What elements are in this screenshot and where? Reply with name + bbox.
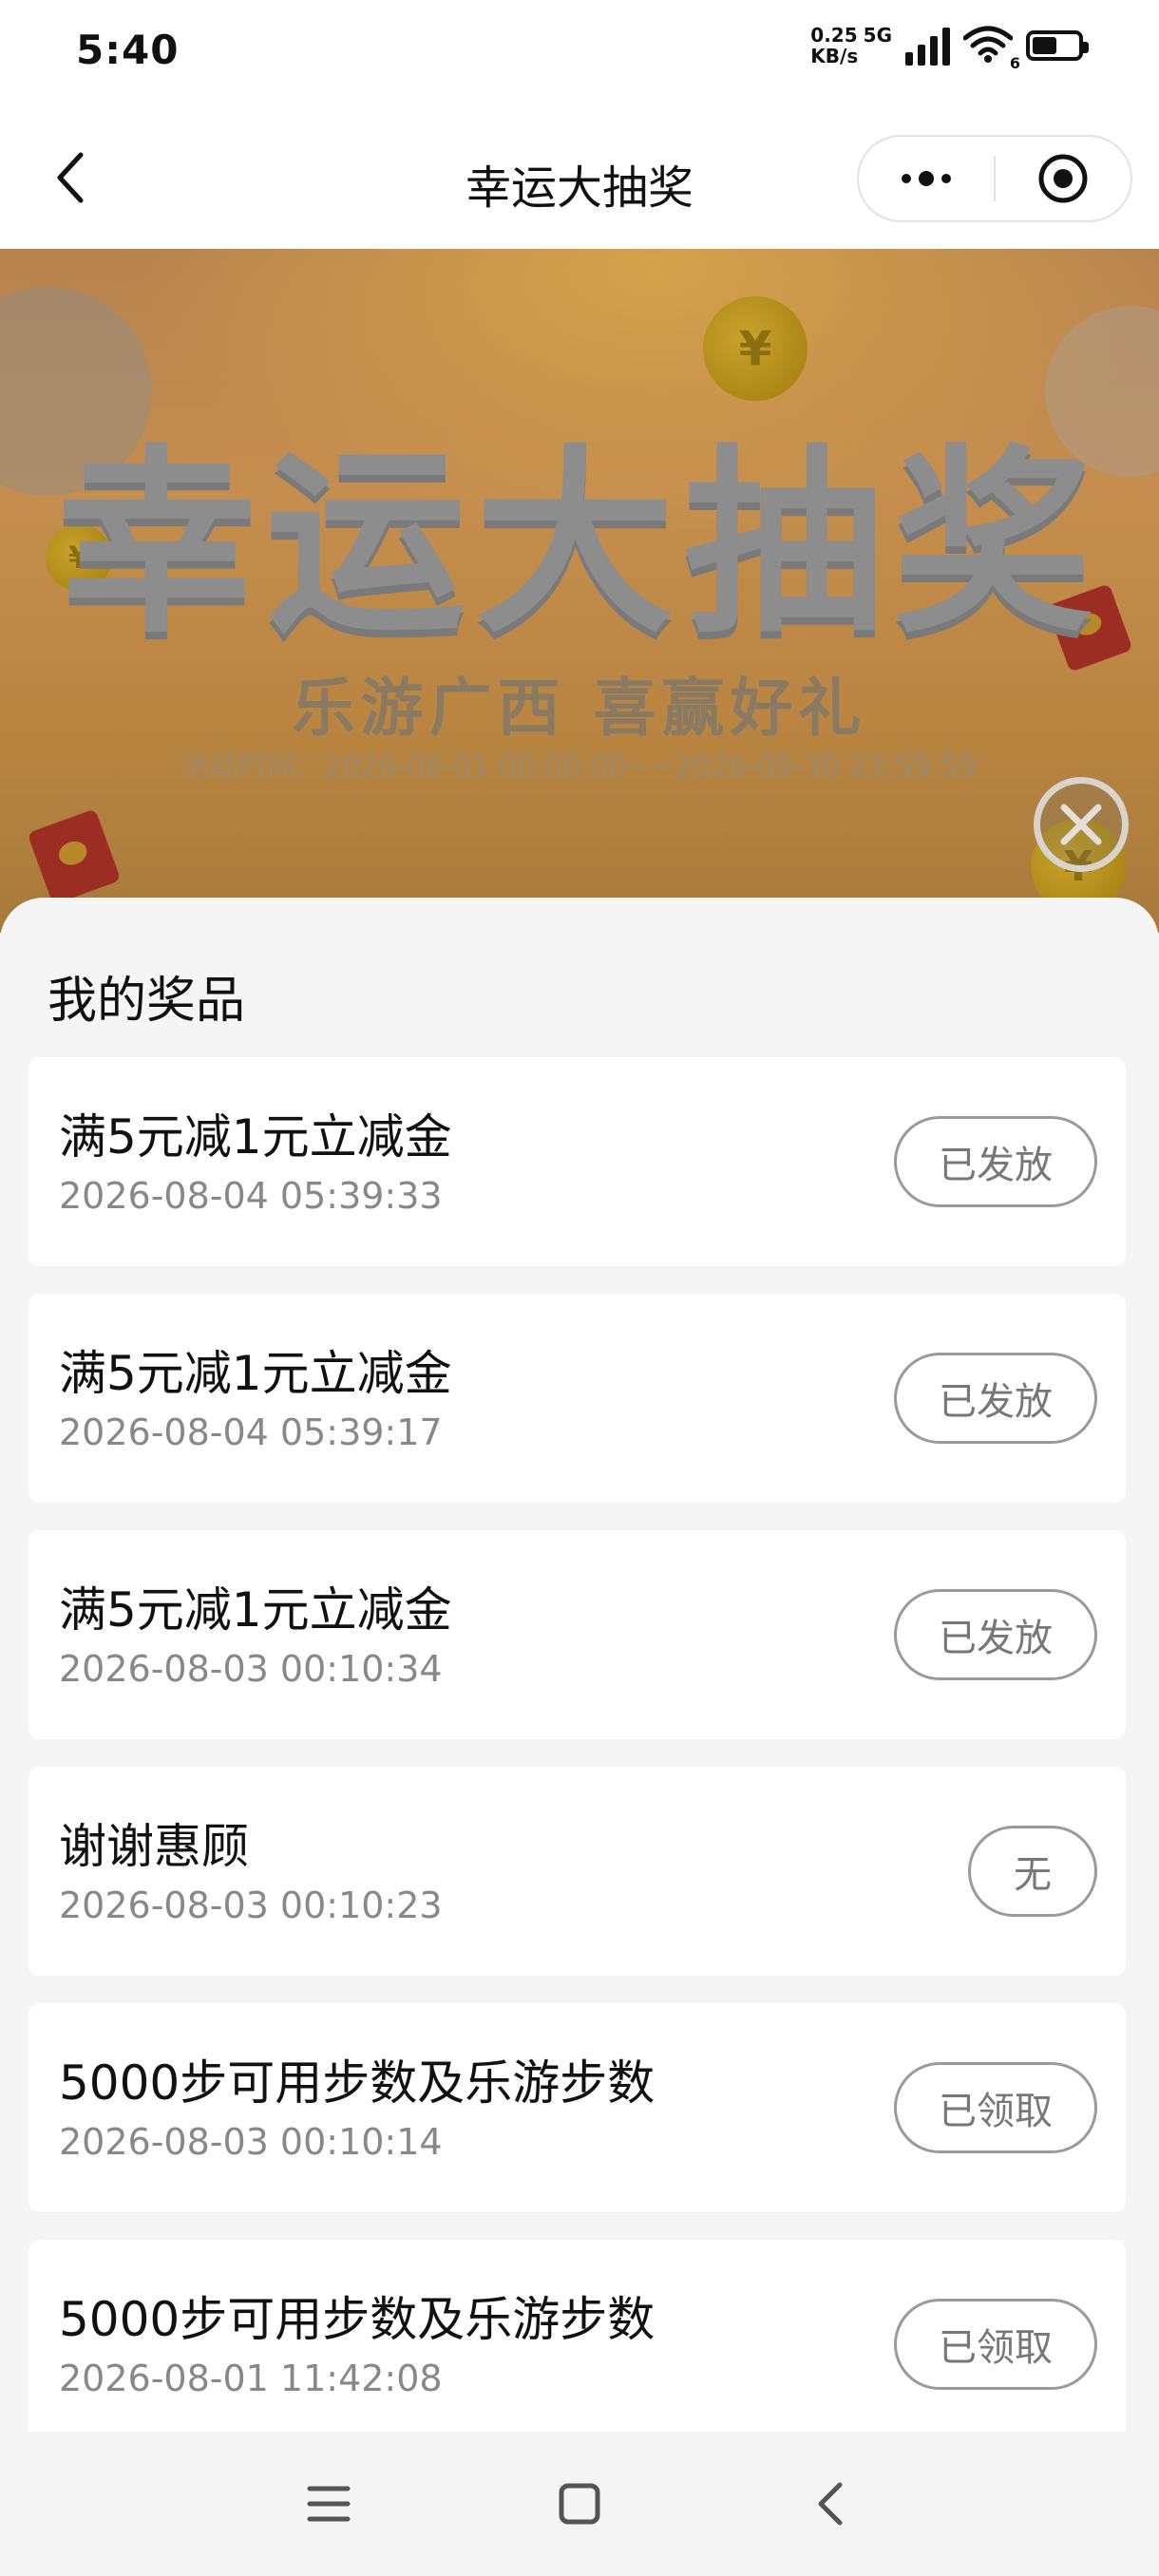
status-time: 5:40 [76,27,180,73]
battery-icon [1026,30,1089,61]
prize-time: 2026-08-04 05:39:33 [59,1175,443,1217]
prize-card: 5000步可用步数及乐游步数 2026-08-03 00:10:14 已领取 [28,2003,1126,2212]
system-nav-bar [0,2432,1159,2576]
prize-card: 满5元减1元立减金 2026-08-03 00:10:34 已发放 [28,1530,1126,1739]
close-program-button[interactable] [996,137,1130,220]
close-icon [1060,804,1102,845]
signal-icon [905,26,950,66]
sheet-title: 我的奖品 [48,973,246,1030]
system-back-button[interactable] [800,2473,861,2534]
target-icon [1038,154,1088,203]
prize-status-button[interactable]: 已领取 [894,2062,1097,2153]
prize-status-button[interactable]: 已发放 [894,1589,1097,1680]
prize-name: 满5元减1元立减金 [59,1109,452,1165]
home-button[interactable] [549,2473,610,2534]
banner-subtitle: 乐游广西 喜赢好礼 [292,672,867,745]
wifi-icon [962,26,1014,63]
menu-icon [307,2486,351,2522]
activity-time: 活动时间：2026-08-01 00:00:00~~2026-09-30 23:… [181,750,978,784]
net-speed: 0.25 5G KB/s [810,25,892,66]
prize-status-button[interactable]: 已发放 [894,1116,1097,1207]
net-speed-value: 0.25 [810,24,858,47]
wifi-icon-wrap: 6 [962,25,1020,72]
prize-card: 5000步可用步数及乐游步数 2026-08-01 11:42:08 已领取 [28,2240,1126,2432]
more-button[interactable] [859,137,994,220]
status-icons: 0.25 5G KB/s 6 [810,25,1089,72]
status-bar: 5:40 0.25 5G KB/s 6 [0,0,1159,106]
prize-sheet: 我的奖品 满5元减1元立减金 2026-08-04 05:39:33 已发放 满5元减… [0,898,1159,2432]
close-sheet-button[interactable] [1034,777,1129,872]
prize-name: 满5元减1元立减金 [59,1346,452,1401]
prize-time: 2026-08-03 00:10:23 [59,1885,443,1926]
net-speed-unit: KB/s [810,45,859,67]
home-square-icon [559,2483,600,2525]
prize-time: 2026-08-04 05:39:17 [59,1411,443,1453]
banner-title: 幸运大抽奖 [56,427,1102,660]
prize-card: 谢谢惠顾 2026-08-03 00:10:23 无 [28,1767,1126,1976]
prize-name: 谢谢惠顾 [59,1819,249,1874]
prize-card: 满5元减1元立减金 2026-08-04 05:39:33 已发放 [28,1057,1126,1266]
prize-time: 2026-08-03 00:10:14 [59,2121,443,2163]
screen: 5:40 0.25 5G KB/s 6 幸运大抽奖 ¥ ¥ ¥ 幸运大抽奖 乐游… [0,0,1159,2576]
menu-button[interactable] [298,2473,359,2534]
prize-name: 满5元减1元立减金 [59,1582,452,1638]
prize-time: 2026-08-01 11:42:08 [59,2358,443,2399]
red-envelope-icon [27,808,122,905]
prize-status-button[interactable]: 无 [968,1826,1097,1917]
nav-bar: 幸运大抽奖 [0,106,1159,249]
battery-level [1033,37,1057,54]
prize-time: 2026-08-03 00:10:34 [59,1648,443,1690]
mini-program-capsule [857,135,1132,222]
prize-status-button[interactable]: 已领取 [894,2299,1097,2390]
lottery-banner: ¥ ¥ ¥ 幸运大抽奖 乐游广西 喜赢好礼 活动时间：2026-08-01 00… [0,249,1159,933]
more-dots-icon [902,171,951,186]
network-type: 5G [863,24,892,47]
prize-name: 5000步可用步数及乐游步数 [59,2292,656,2347]
prize-status-button[interactable]: 已发放 [894,1353,1097,1444]
prize-list: 满5元减1元立减金 2026-08-04 05:39:33 已发放 满5元减1元立减金… [28,1057,1126,2432]
prize-card: 满5元减1元立减金 2026-08-04 05:39:17 已发放 [28,1294,1126,1503]
wifi-sub: 6 [1009,54,1020,72]
prize-name: 5000步可用步数及乐游步数 [59,2055,656,2111]
back-chevron-icon [818,2482,843,2526]
